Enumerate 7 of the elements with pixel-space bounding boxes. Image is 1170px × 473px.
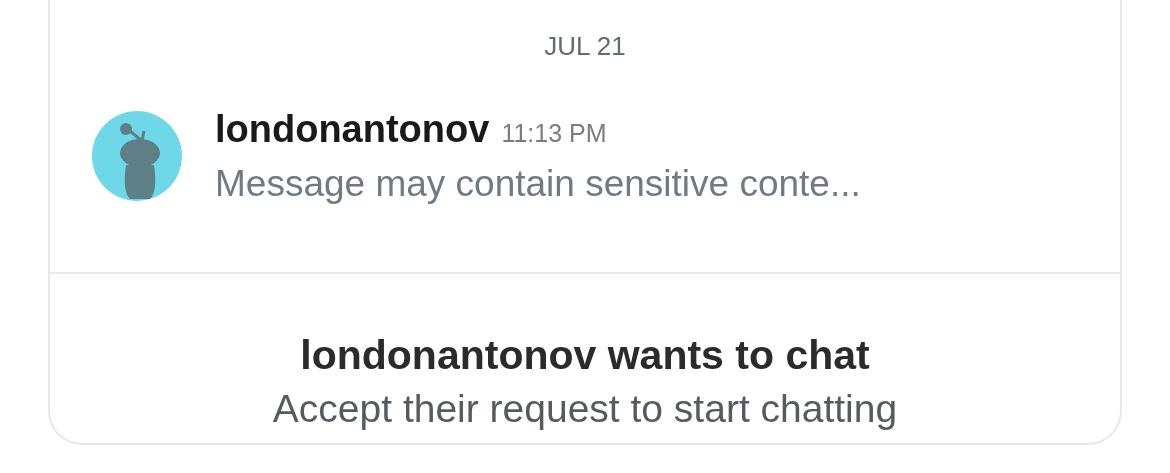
message-preview: Message may contain sensitive conte... bbox=[215, 163, 861, 205]
chat-request-title: londonantonov wants to chat bbox=[299, 332, 871, 379]
message-time: 11:13 PM bbox=[501, 119, 607, 148]
chat-request-subtitle: Accept their request to start chatting bbox=[271, 387, 899, 431]
username[interactable]: londonantonov bbox=[215, 108, 490, 151]
avatar-icon bbox=[92, 111, 182, 201]
date-label: JUL 21 bbox=[543, 30, 627, 63]
